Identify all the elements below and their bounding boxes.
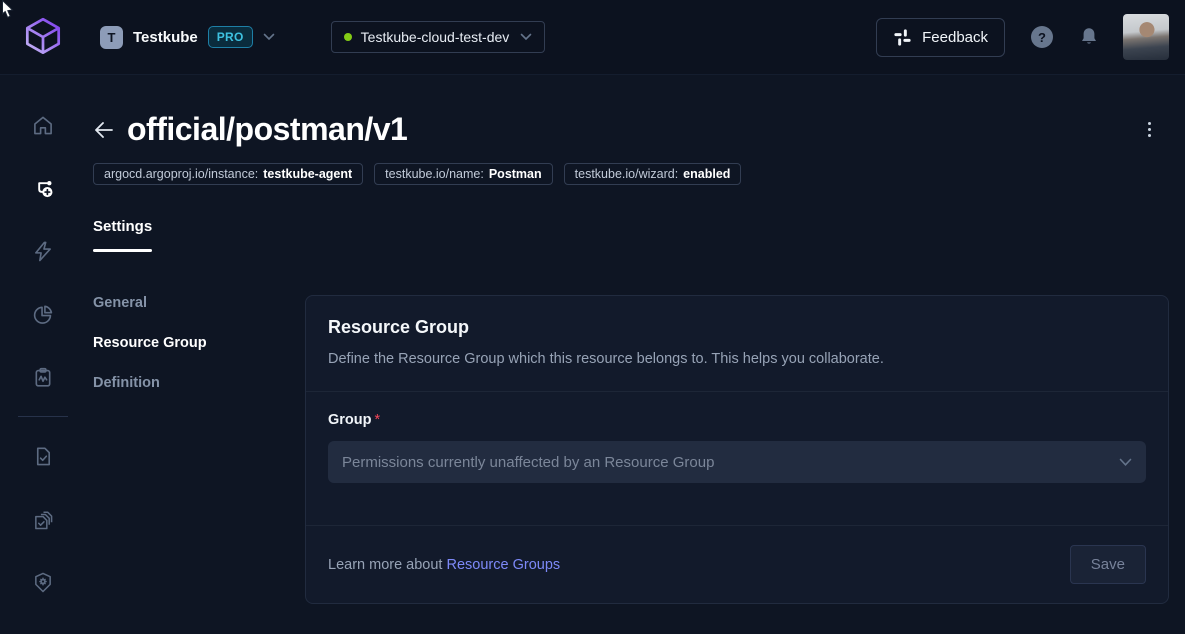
card-description: Define the Resource Group which this res… bbox=[328, 351, 1146, 367]
card-footer: Learn more about Resource Groups Save bbox=[306, 526, 1168, 603]
lightning-icon[interactable] bbox=[29, 240, 57, 263]
feedback-button[interactable]: Feedback bbox=[876, 18, 1005, 57]
notifications-button[interactable] bbox=[1079, 26, 1099, 48]
save-button[interactable]: Save bbox=[1070, 545, 1146, 584]
subnav-item-resource-group[interactable]: Resource Group bbox=[93, 335, 305, 351]
group-field-label: Group bbox=[328, 412, 372, 428]
topbar: T Testkube PRO Testkube-cloud-test-dev F… bbox=[0, 0, 1185, 75]
environment-status-dot bbox=[344, 33, 352, 41]
environment-selector[interactable]: Testkube-cloud-test-dev bbox=[331, 21, 546, 53]
resource-groups-link[interactable]: Resource Groups bbox=[447, 557, 561, 573]
org-name: Testkube bbox=[133, 29, 198, 46]
org-switcher[interactable]: T Testkube PRO bbox=[100, 26, 275, 49]
shield-gear-icon[interactable] bbox=[29, 571, 57, 594]
main-content: official/postman/v1 argocd.argoproj.io/i… bbox=[85, 75, 1185, 634]
tab-settings[interactable]: Settings bbox=[93, 218, 152, 252]
labels-row: argocd.argoproj.io/instance: testkube-ag… bbox=[93, 163, 1185, 185]
resource-group-card: Resource Group Define the Resource Group… bbox=[305, 295, 1169, 604]
testkube-logo-icon[interactable] bbox=[20, 14, 66, 60]
page-title: official/postman/v1 bbox=[127, 111, 407, 148]
chevron-down-icon bbox=[1119, 458, 1132, 467]
settings-subnav: General Resource Group Definition bbox=[85, 295, 305, 604]
label-value: testkube-agent bbox=[263, 167, 352, 181]
more-options-button[interactable] bbox=[1144, 115, 1155, 144]
sidebar-divider bbox=[18, 416, 68, 417]
feedback-label: Feedback bbox=[922, 29, 988, 46]
label-key: argocd.argoproj.io/instance: bbox=[104, 167, 258, 181]
bell-icon bbox=[1079, 26, 1099, 48]
arrow-left-icon bbox=[93, 120, 115, 140]
active-tab-indicator bbox=[93, 249, 152, 252]
chevron-down-icon bbox=[263, 33, 275, 41]
subnav-item-general[interactable]: General bbox=[93, 295, 305, 311]
help-icon: ? bbox=[1031, 26, 1053, 48]
group-select-placeholder: Permissions currently unaffected by an R… bbox=[342, 454, 1119, 471]
label-value: enabled bbox=[683, 167, 730, 181]
card-title: Resource Group bbox=[328, 317, 1146, 338]
sidebar-nav bbox=[0, 75, 85, 634]
learn-more-text: Learn more about bbox=[328, 557, 447, 573]
tabs-bar: Settings bbox=[93, 218, 1185, 252]
chevron-down-icon bbox=[520, 33, 532, 41]
pro-badge: PRO bbox=[208, 26, 253, 48]
label-key: testkube.io/wizard: bbox=[575, 167, 679, 181]
environment-name: Testkube-cloud-test-dev bbox=[361, 29, 510, 45]
subnav-item-definition[interactable]: Definition bbox=[93, 375, 305, 391]
help-button[interactable]: ? bbox=[1031, 26, 1053, 48]
pie-chart-icon[interactable] bbox=[29, 303, 57, 326]
tab-label: Settings bbox=[93, 218, 152, 235]
documents-stack-icon[interactable] bbox=[29, 508, 57, 531]
org-avatar: T bbox=[100, 26, 123, 49]
card-body: Group* Permissions currently unaffected … bbox=[306, 392, 1168, 526]
label-badge: testkube.io/name: Postman bbox=[374, 163, 552, 185]
required-marker: * bbox=[375, 412, 381, 428]
card-header: Resource Group Define the Resource Group… bbox=[306, 296, 1168, 392]
user-avatar[interactable] bbox=[1123, 14, 1169, 60]
home-icon[interactable] bbox=[29, 114, 57, 137]
kebab-icon bbox=[1148, 122, 1151, 125]
workflow-add-icon[interactable] bbox=[29, 177, 57, 200]
label-key: testkube.io/name: bbox=[385, 167, 484, 181]
label-value: Postman bbox=[489, 167, 542, 181]
label-badge: testkube.io/wizard: enabled bbox=[564, 163, 742, 185]
slack-icon bbox=[893, 28, 912, 47]
group-select[interactable]: Permissions currently unaffected by an R… bbox=[328, 441, 1146, 483]
clipboard-pulse-icon[interactable] bbox=[29, 366, 57, 389]
label-badge: argocd.argoproj.io/instance: testkube-ag… bbox=[93, 163, 363, 185]
back-button[interactable] bbox=[93, 120, 115, 140]
document-check-icon[interactable] bbox=[29, 445, 57, 468]
